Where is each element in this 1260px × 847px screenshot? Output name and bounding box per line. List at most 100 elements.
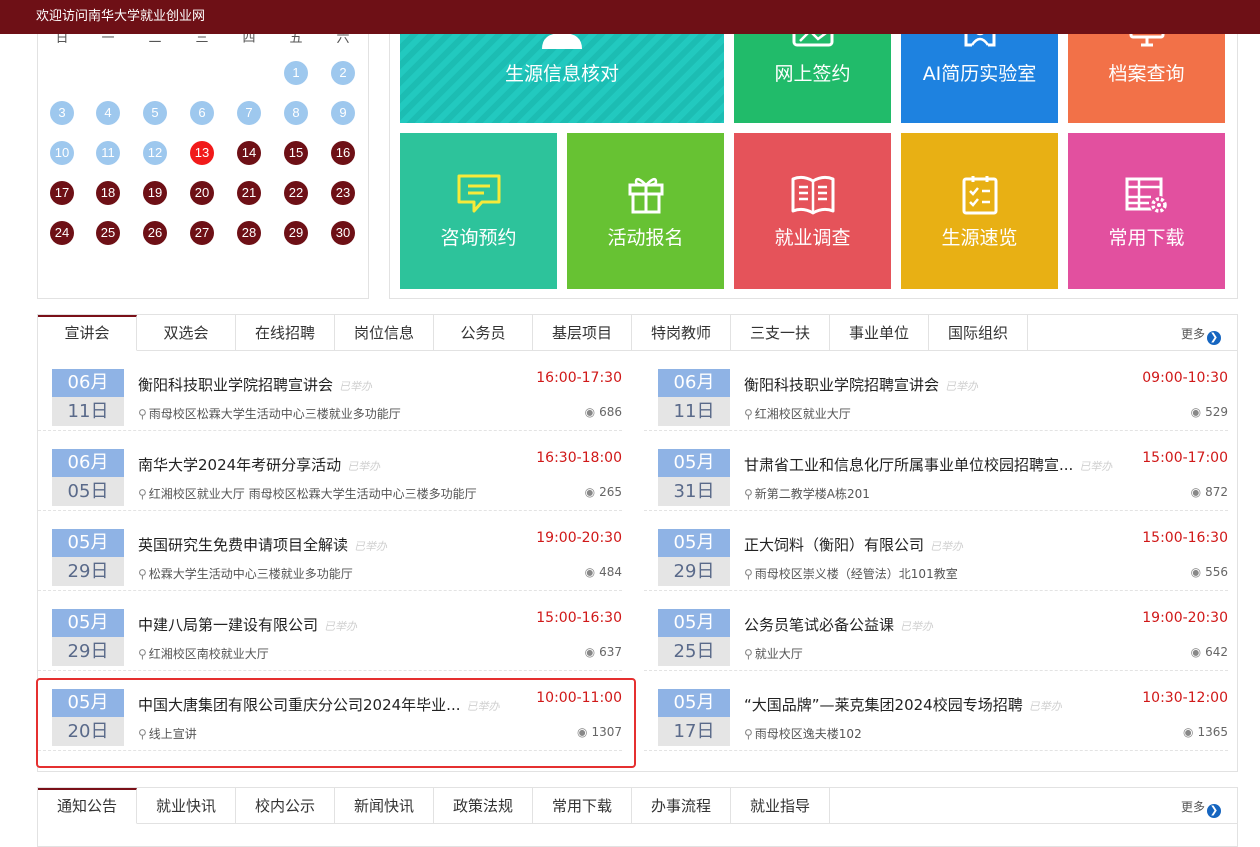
calendar-day[interactable]: 17 xyxy=(50,181,74,205)
more-label: 更多 xyxy=(1180,327,1205,341)
calendar-day[interactable]: 26 xyxy=(143,221,167,245)
tile-archive-query[interactable]: 档案查询 xyxy=(1068,19,1225,123)
calendar-day[interactable]: 13 xyxy=(190,141,214,165)
tab-downloads[interactable]: 常用下载 xyxy=(533,788,632,824)
tab-public-institutions[interactable]: 事业单位 xyxy=(830,315,929,351)
event-location: 松霖大学生活动中心三楼就业多功能厅 xyxy=(148,567,353,581)
event-day: 25日 xyxy=(658,637,730,666)
more-link[interactable]: 更多 ❯ xyxy=(1181,325,1221,345)
tab-online-recruitment[interactable]: 在线招聘 xyxy=(236,315,335,351)
event-item[interactable]: 06月 11日 衡阳科技职业学院招聘宣讲会 已举办 16:00-17:30 ⚲ 雨母校区松霖… xyxy=(38,351,622,431)
tile-common-downloads[interactable]: 常用下载 xyxy=(1068,133,1225,289)
calendar-day[interactable]: 11 xyxy=(96,141,120,165)
tab-news-flash[interactable]: 新闻快讯 xyxy=(335,788,434,824)
event-item[interactable]: 06月 05日 南华大学2024年考研分享活动 已举办 16:30-18:00 ⚲ 红湘校区… xyxy=(38,431,622,511)
tab-civil-service[interactable]: 公务员 xyxy=(434,315,533,351)
calendar-day[interactable]: 30 xyxy=(331,221,355,245)
calendar-day[interactable]: 25 xyxy=(96,221,120,245)
calendar-day[interactable]: 10 xyxy=(50,141,74,165)
event-time: 19:00-20:30 xyxy=(536,530,622,546)
event-item[interactable]: 05月 17日 “大国品牌”—莱克集团2024校园专场招聘 已举办 10:30-12:0… xyxy=(644,671,1228,751)
location-pin-icon: ⚲ xyxy=(138,487,147,501)
calendar-day[interactable]: 1 xyxy=(284,61,308,85)
event-location: 就业大厅 xyxy=(754,647,803,661)
tile-ai-resume-lab[interactable]: AI简历实验室 xyxy=(901,19,1058,123)
calendar-day[interactable]: 16 xyxy=(331,141,355,165)
eye-icon: ◉ xyxy=(584,405,596,419)
calendar-day[interactable]: 2 xyxy=(331,61,355,85)
tab-international-orgs[interactable]: 国际组织 xyxy=(929,315,1028,351)
event-item[interactable]: 05月 31日 甘肃省工业和信息化厅所属事业单位校园招聘宣... 已举办 15:00-1… xyxy=(644,431,1228,511)
event-title[interactable]: 中国大唐集团有限公司重庆分公司2024年毕业... xyxy=(138,696,460,714)
event-item[interactable]: 05月 29日 中建八局第一建设有限公司 已举办 15:00-16:30 ⚲ 红湘校区南校就… xyxy=(38,591,622,671)
event-location-row: ⚲ 线上宣讲 xyxy=(138,725,197,742)
location-pin-icon: ⚲ xyxy=(744,407,753,421)
tile-label: 就业调查 xyxy=(774,227,851,249)
location-pin-icon: ⚲ xyxy=(744,487,753,501)
calendar-day[interactable]: 27 xyxy=(190,221,214,245)
tile-consult-booking[interactable]: 咨询预约 xyxy=(400,133,557,289)
event-item[interactable]: 05月 29日 正大饲料（衡阳）有限公司 已举办 15:00-16:30 ⚲ 雨母校区崇义楼… xyxy=(644,511,1228,591)
calendar-day[interactable]: 29 xyxy=(284,221,308,245)
event-item[interactable]: 05月 20日 中国大唐集团有限公司重庆分公司2024年毕业... 已举办 10:00-… xyxy=(38,671,622,751)
calendar-day[interactable]: 22 xyxy=(284,181,308,205)
calendar-day[interactable]: 14 xyxy=(237,141,261,165)
more-link[interactable]: 更多 ❯ xyxy=(1181,798,1221,818)
calendar-day[interactable]: 8 xyxy=(284,101,308,125)
event-item[interactable]: 06月 11日 衡阳科技职业学院招聘宣讲会 已举办 09:00-10:30 ⚲ 红湘校区就业… xyxy=(644,351,1228,431)
tab-job-info[interactable]: 岗位信息 xyxy=(335,315,434,351)
tab-career-talks[interactable]: 宣讲会 xyxy=(38,315,137,351)
calendar-day[interactable]: 7 xyxy=(237,101,261,125)
event-title[interactable]: 衡阳科技职业学院招聘宣讲会 xyxy=(138,376,333,394)
calendar-day[interactable]: 21 xyxy=(237,181,261,205)
location-pin-icon: ⚲ xyxy=(744,727,753,741)
event-title[interactable]: “大国品牌”—莱克集团2024校园专场招聘 xyxy=(744,696,1023,714)
event-views-row: ◉ 637 xyxy=(585,645,622,659)
tab-grassroots-projects[interactable]: 基层项目 xyxy=(533,315,632,351)
event-item[interactable]: 05月 25日 公务员笔试必备公益课 已举办 19:00-20:30 ⚲ 就业大厅 ◉ 642 xyxy=(644,591,1228,671)
tab-sanzhi-yifu[interactable]: 三支一扶 xyxy=(731,315,830,351)
event-time: 15:00-16:30 xyxy=(1142,530,1228,546)
calendar-day[interactable]: 28 xyxy=(237,221,261,245)
event-title[interactable]: 中建八局第一建设有限公司 xyxy=(138,616,318,634)
event-title[interactable]: 衡阳科技职业学院招聘宣讲会 xyxy=(744,376,939,394)
tab-career-guidance[interactable]: 就业指导 xyxy=(731,788,830,824)
calendar-day[interactable]: 5 xyxy=(143,101,167,125)
tab-employment-news[interactable]: 就业快讯 xyxy=(137,788,236,824)
event-title-row: 衡阳科技职业学院招聘宣讲会 已举办 xyxy=(744,374,978,395)
news-category-tabs: 通知公告 就业快讯 校内公示 新闻快讯 政策法规 常用下载 办事流程 就业指导 xyxy=(38,788,830,824)
tab-campus-announcements[interactable]: 校内公示 xyxy=(236,788,335,824)
tab-special-post-teachers[interactable]: 特岗教师 xyxy=(632,315,731,351)
calendar-day[interactable]: 3 xyxy=(50,101,74,125)
event-title[interactable]: 甘肃省工业和信息化厅所属事业单位校园招聘宣... xyxy=(744,456,1073,474)
event-title-row: 甘肃省工业和信息化厅所属事业单位校园招聘宣... 已举办 xyxy=(744,454,1112,475)
calendar-day[interactable]: 19 xyxy=(143,181,167,205)
calendar-day[interactable]: 23 xyxy=(331,181,355,205)
tab-job-fairs[interactable]: 双选会 xyxy=(137,315,236,351)
calendar-day[interactable]: 9 xyxy=(331,101,355,125)
tile-activity-signup[interactable]: 活动报名 xyxy=(567,133,724,289)
event-title[interactable]: 公务员笔试必备公益课 xyxy=(744,616,894,634)
calendar-day[interactable]: 24 xyxy=(50,221,74,245)
tile-graduates-overview[interactable]: 生源速览 xyxy=(901,133,1058,289)
event-title[interactable]: 正大饲料（衡阳）有限公司 xyxy=(744,536,924,554)
calendar-day[interactable]: 18 xyxy=(96,181,120,205)
tile-employment-survey[interactable]: 就业调查 xyxy=(734,133,891,289)
calendar-day[interactable]: 20 xyxy=(190,181,214,205)
tab-policies[interactable]: 政策法规 xyxy=(434,788,533,824)
tab-notices[interactable]: 通知公告 xyxy=(38,788,137,824)
tile-online-signing[interactable]: 网上签约 xyxy=(734,19,891,123)
event-title[interactable]: 英国研究生免费申请项目全解读 xyxy=(138,536,348,554)
calendar-day[interactable]: 15 xyxy=(284,141,308,165)
event-status: 已举办 xyxy=(930,540,964,553)
calendar-day[interactable]: 12 xyxy=(143,141,167,165)
event-month: 06月 xyxy=(52,369,124,397)
calendar-day[interactable]: 6 xyxy=(190,101,214,125)
calendar-day[interactable]: 4 xyxy=(96,101,120,125)
event-title[interactable]: 南华大学2024年考研分享活动 xyxy=(138,456,341,474)
tile-student-info-check[interactable]: 生源信息核对 xyxy=(400,19,724,123)
eye-icon: ◉ xyxy=(1190,645,1202,659)
event-item[interactable]: 05月 29日 英国研究生免费申请项目全解读 已举办 19:00-20:30 ⚲ 松霖大学生… xyxy=(38,511,622,591)
quick-services-panel: 生源信息核对 网上签约 AI简历实验室 档案查询 咨询预约 活动报名 就业调查 … xyxy=(389,18,1238,299)
tab-procedures[interactable]: 办事流程 xyxy=(632,788,731,824)
